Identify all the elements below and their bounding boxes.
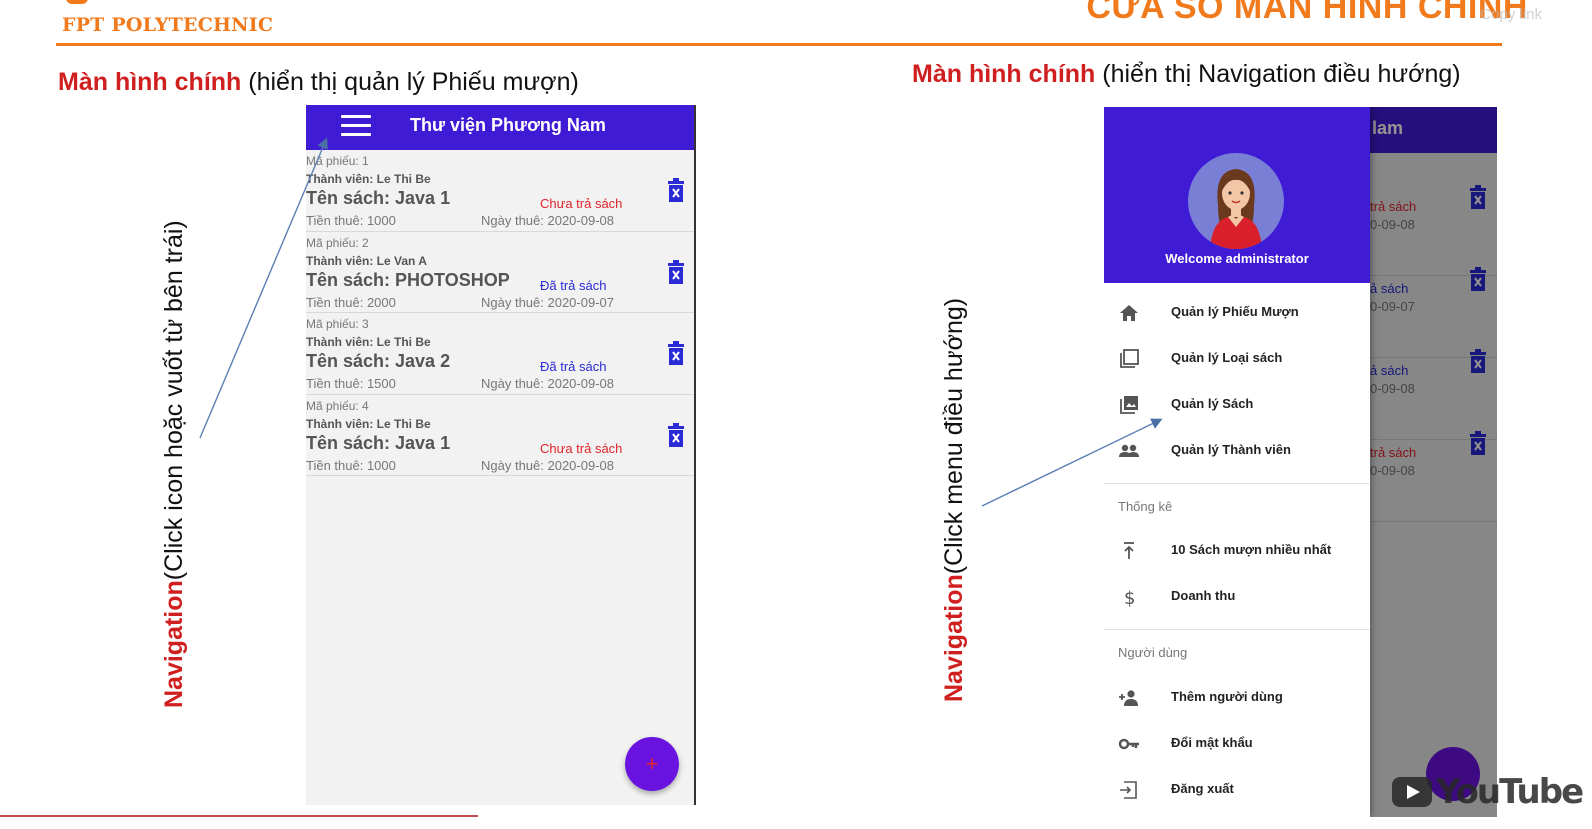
menu-label: Đổi mật khẩu: [1171, 735, 1253, 750]
loan-fee: Tiền thuê: 1000: [306, 213, 396, 228]
menu-quan-ly-loai-sach[interactable]: Quản lý Loại sách: [1104, 339, 1370, 379]
delete-icon[interactable]: [666, 259, 686, 284]
plus-icon: +: [645, 751, 659, 776]
app-title: Thư viện Phương Nam: [410, 115, 606, 135]
menu-doi-mat-khau[interactable]: Đổi mật khẩu: [1104, 724, 1370, 764]
loan-status: Đã trả sách: [540, 359, 607, 374]
menu-label: Thêm người dùng: [1171, 689, 1283, 704]
svg-text:$: $: [1124, 588, 1135, 607]
loan-id: Mã phiếu: 3: [306, 317, 369, 331]
right-note-highlight: Navigation: [940, 574, 968, 702]
logo-text: FPT POLYTECHNIC: [62, 14, 274, 36]
menu-label: Quản lý Loại sách: [1171, 350, 1283, 365]
loan-fee: Tiền thuê: 1500: [306, 376, 396, 391]
loan-book-title: Tên sách: Java 1: [306, 432, 451, 453]
people-icon: [1119, 444, 1139, 457]
navigation-screen-phone: lam trả sách 0-09-08 ả sách 0-09-07 ả sách 0-…: [1104, 107, 1497, 817]
home-icon: [1120, 305, 1138, 321]
youtube-watermark[interactable]: YouTube: [1392, 772, 1584, 812]
add-person-icon: [1119, 690, 1138, 706]
loan-status: Đã trả sách: [540, 277, 607, 293]
loan-row[interactable]: Mã phiếu: 2 Thành viên: Le Van A Tên sách:…: [306, 231, 694, 313]
header-divider: [56, 43, 1502, 46]
left-note-rest: (Click icon hoặc vuốt từ bên trái): [160, 220, 188, 581]
loan-row[interactable]: Mã phiếu: 4 Thành viên: Le Thi Be Tên sách…: [306, 394, 694, 476]
loan-member: Thành viên: Le Thi Be: [306, 335, 431, 349]
right-navigation-note: Navigation(Click menu điều hướng): [940, 298, 969, 702]
delete-icon[interactable]: [666, 178, 686, 202]
key-icon: [1118, 738, 1139, 750]
menu-label: Đăng xuất: [1171, 781, 1234, 796]
menu-divider: [1104, 483, 1370, 484]
youtube-text: YouTube: [1436, 772, 1584, 812]
loan-row[interactable]: Mã phiếu: 3 Thành viên: Le Thi Be Tên sách…: [306, 313, 694, 395]
loan-date: Ngày thuê: 2020-09-08: [481, 376, 614, 391]
loan-book-title: Tên sách: Java 1: [306, 188, 451, 208]
menu-doanh-thu[interactable]: $ Doanh thu: [1104, 577, 1370, 617]
menu-label: Quản lý Sách: [1171, 396, 1254, 411]
delete-icon[interactable]: [666, 341, 686, 365]
menu-quan-ly-phieu-muon[interactable]: Quản lý Phiếu Mượn: [1104, 293, 1370, 333]
menu-icon[interactable]: [341, 115, 371, 137]
menu-them-nguoi-dung[interactable]: Thêm người dùng: [1104, 678, 1370, 718]
menu-divider: [1104, 629, 1370, 630]
group-label-thong-ke: Thống kê: [1118, 499, 1173, 514]
slide-title: CỬA SỔ MÀN HÌNH CHÍNH: [1086, 0, 1528, 26]
right-title-highlight: Màn hình chính: [912, 60, 1096, 88]
copy-link[interactable]: Copy link: [1480, 6, 1542, 23]
logout-icon: [1120, 781, 1137, 799]
loan-status: Chưa trả sách: [540, 440, 623, 456]
loan-fee: Tiền thuê: 2000: [306, 294, 396, 310]
left-title-highlight: Màn hình chính: [58, 68, 242, 96]
loan-id: Mã phiếu: 1: [306, 154, 369, 168]
group-label-nguoi-dung: Người dùng: [1118, 645, 1188, 660]
left-note-highlight: Navigation: [160, 580, 188, 708]
loan-date: Ngày thuê: 2020-09-08: [481, 457, 614, 473]
loan-book-title: Tên sách: Java 2: [306, 351, 451, 371]
left-title-rest: (hiển thị quản lý Phiếu mượn): [241, 68, 579, 96]
main-screen-phone: Thư viện Phương Nam Mã phiếu: 1 Thành viê…: [306, 105, 696, 805]
loan-member: Thành viên: Le Thi Be: [306, 172, 431, 186]
loan-member: Thành viên: Le Thi Be: [306, 416, 431, 431]
loan-date: Ngày thuê: 2020-09-07: [481, 294, 614, 310]
left-section-title: Màn hình chính (hiển thị quản lý Phiếu m…: [58, 68, 579, 97]
menu-label: 10 Sách mượn nhiều nhất: [1171, 542, 1332, 557]
menu-label: Quản lý Thành viên: [1171, 442, 1291, 457]
navigation-drawer: Welcome administrator Quản lý Phiếu Mượn…: [1104, 107, 1370, 817]
dollar-icon: $: [1124, 588, 1135, 607]
loan-fee: Tiền thuê: 1000: [306, 457, 396, 473]
loan-member: Thành viên: Le Van A: [306, 253, 427, 268]
avatar: [1188, 153, 1284, 249]
loan-id: Mã phiếu: 4: [306, 398, 369, 413]
menu-top-10-sach[interactable]: 10 Sách mượn nhiều nhất: [1104, 531, 1370, 571]
add-loan-button[interactable]: +: [625, 737, 679, 791]
loan-list: Mã phiếu: 1 Thành viên: Le Thi Be Tên sách…: [306, 150, 694, 476]
image-library-icon: [1120, 396, 1138, 414]
menu-label: Quản lý Phiếu Mượn: [1171, 304, 1299, 319]
menu-dang-xuat[interactable]: Đăng xuất: [1104, 770, 1370, 810]
loan-status: Chưa trả sách: [540, 196, 623, 211]
right-note-rest: (Click menu điều hướng): [940, 297, 968, 575]
menu-label: Doanh thu: [1171, 588, 1236, 603]
logo-mark: [66, 0, 88, 4]
loan-row[interactable]: Mã phiếu: 1 Thành viên: Le Thi Be Tên sách…: [306, 150, 694, 232]
menu-quan-ly-sach[interactable]: Quản lý Sách: [1104, 385, 1370, 425]
youtube-play-icon: [1392, 777, 1432, 807]
loan-date: Ngày thuê: 2020-09-08: [481, 213, 614, 228]
top-arrow-icon: [1124, 542, 1134, 559]
right-section-title: Màn hình chính (hiển thị Navigation điều…: [912, 60, 1461, 89]
left-navigation-note: Navigation(Click icon hoặc vuốt từ bên t…: [160, 220, 189, 708]
menu-quan-ly-thanh-vien[interactable]: Quản lý Thành viên: [1104, 431, 1370, 471]
loan-id: Mã phiếu: 2: [306, 235, 369, 250]
right-title-rest: (hiển thị Navigation điều hướng): [1095, 60, 1461, 88]
video-progress-bar[interactable]: [0, 815, 478, 817]
drawer-header: Welcome administrator: [1104, 107, 1370, 283]
welcome-text: Welcome administrator: [1165, 251, 1309, 266]
delete-icon[interactable]: [666, 422, 686, 447]
collection-icon: [1120, 349, 1139, 368]
app-bar: Thư viện Phương Nam: [306, 105, 694, 150]
loan-book-title: Tên sách: PHOTOSHOP: [306, 269, 510, 290]
